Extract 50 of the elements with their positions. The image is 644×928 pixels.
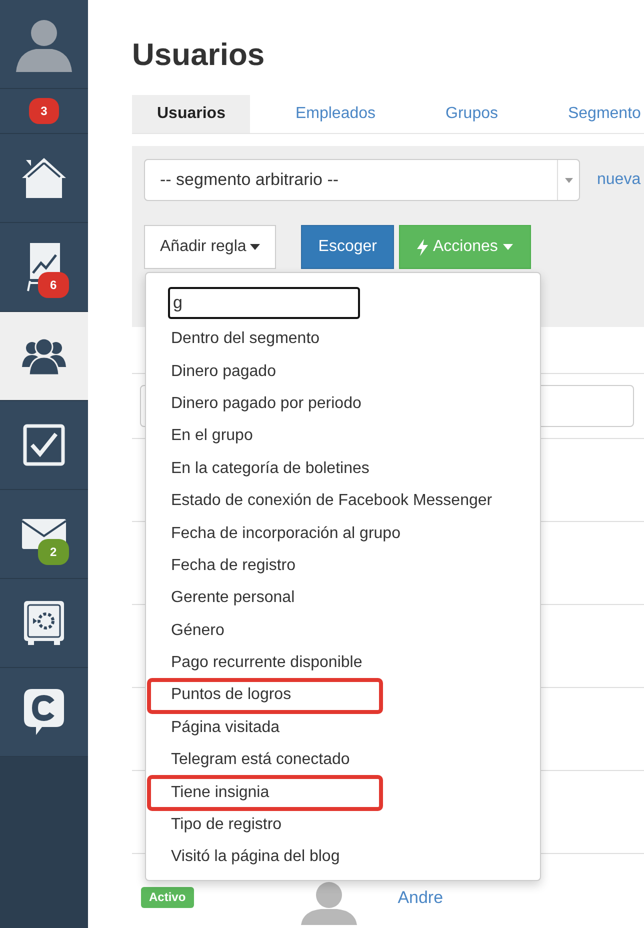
lightning-icon bbox=[416, 238, 428, 256]
menu-item[interactable]: Dinero pagado por periodo bbox=[146, 392, 362, 416]
tab[interactable]: Empleados bbox=[270, 95, 401, 133]
menu-item[interactable]: Visitó la página del blog bbox=[146, 845, 340, 870]
tab[interactable]: Grupos bbox=[420, 95, 523, 133]
avatar-icon bbox=[298, 881, 359, 925]
user-name-link[interactable]: Andre bbox=[398, 885, 444, 910]
sidebar-item[interactable] bbox=[0, 134, 88, 223]
menu-item[interactable]: Dinero pagado bbox=[146, 360, 276, 384]
menu-item[interactable]: Estado de conexión de Facebook Messenger bbox=[146, 489, 492, 514]
sidebar-item[interactable] bbox=[0, 312, 88, 401]
menu-item[interactable]: Página visitada bbox=[146, 716, 280, 740]
menu-item[interactable]: Tiene insignia bbox=[146, 780, 270, 805]
menu-item[interactable]: Puntos de logros bbox=[146, 683, 292, 708]
home-icon bbox=[20, 156, 68, 200]
sidebar-item[interactable]: 3 bbox=[0, 89, 88, 134]
tab[interactable]: Usuarios bbox=[132, 95, 250, 133]
select-value: -- segmento arbitrario -- bbox=[159, 169, 340, 192]
menu-item[interactable]: Telegram está conectado bbox=[146, 748, 350, 772]
tab[interactable]: Segmento bbox=[542, 95, 644, 133]
sidebar-item[interactable] bbox=[0, 401, 88, 490]
count-badge: 2 bbox=[38, 539, 69, 565]
segment-select[interactable]: -- segmento arbitrario -- bbox=[144, 159, 580, 201]
menu-item[interactable]: Género bbox=[146, 618, 224, 643]
menu-item[interactable]: Fecha de incorporación al grupo bbox=[146, 522, 400, 546]
menu-item[interactable]: Tipo de registro bbox=[146, 813, 282, 838]
menu-item[interactable]: Dentro del segmento bbox=[146, 327, 320, 352]
count-badge: 6 bbox=[38, 272, 69, 298]
caret-icon bbox=[502, 244, 513, 250]
users-icon bbox=[21, 337, 67, 375]
choose-button[interactable]: Escoger bbox=[301, 225, 394, 269]
add-rule-button[interactable]: Añadir regla bbox=[144, 225, 276, 269]
safe-icon bbox=[23, 600, 65, 646]
chat-bubble-icon bbox=[22, 687, 66, 737]
count-badge: 3 bbox=[28, 98, 60, 124]
sidebar-item[interactable]: 6 bbox=[0, 223, 88, 312]
menu-item[interactable]: Gerente personal bbox=[146, 586, 295, 610]
caret-icon bbox=[250, 244, 260, 250]
caret-icon bbox=[564, 178, 572, 182]
checkbox-icon bbox=[23, 424, 65, 466]
menu-item[interactable]: Pago recurrente disponible bbox=[146, 651, 362, 676]
sidebar-item[interactable] bbox=[0, 0, 88, 89]
menu-item[interactable]: En la categoría de boletines bbox=[146, 456, 370, 481]
status-badge: Activo bbox=[141, 887, 194, 908]
menu-item[interactable]: En el grupo bbox=[146, 424, 253, 448]
menu-item[interactable]: Fecha de registro bbox=[146, 554, 296, 578]
page-title: Usuarios bbox=[132, 36, 266, 74]
sidebar-item[interactable] bbox=[0, 668, 88, 757]
sidebar-item[interactable] bbox=[0, 579, 88, 668]
search-field[interactable]: g bbox=[168, 287, 360, 319]
